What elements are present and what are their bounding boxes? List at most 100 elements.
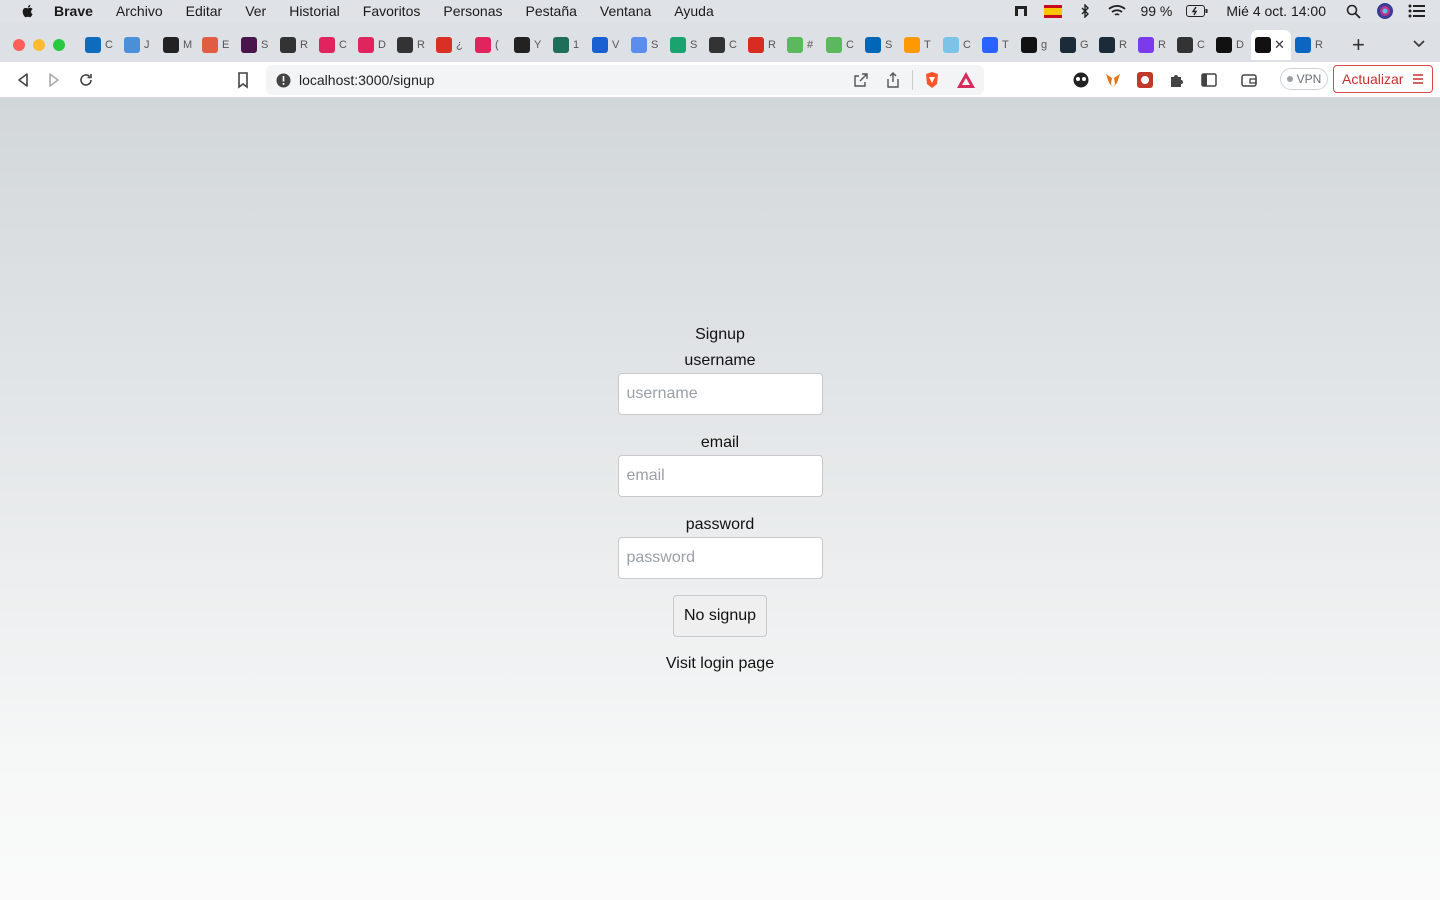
menu-pestana[interactable]: Pestaña xyxy=(526,3,577,19)
zoom-window-button[interactable] xyxy=(53,39,65,51)
tab-title: Y xyxy=(534,39,542,51)
browser-tab[interactable]: D xyxy=(354,30,393,60)
tab-title: R xyxy=(1119,39,1127,51)
forward-icon[interactable] xyxy=(45,71,63,89)
browser-tab[interactable]: R xyxy=(1291,30,1330,60)
browser-tab[interactable]: R xyxy=(1134,30,1173,60)
red-circle-icon xyxy=(319,37,335,53)
tab-title: C xyxy=(963,39,971,51)
browser-tab[interactable]: S xyxy=(627,30,666,60)
extensions-puzzle-icon[interactable] xyxy=(1168,71,1186,89)
browser-tab[interactable]: R xyxy=(276,30,315,60)
browser-tab[interactable]: M xyxy=(159,30,198,60)
browser-tab[interactable]: # xyxy=(783,30,822,60)
browser-tab[interactable]: g xyxy=(1017,30,1056,60)
username-input[interactable] xyxy=(617,373,823,415)
menu-ventana[interactable]: Ventana xyxy=(600,3,651,19)
browser-tab[interactable]: S xyxy=(861,30,900,60)
menubar-clock[interactable]: Mié 4 oct. 14:00 xyxy=(1226,3,1326,19)
tab-title: R xyxy=(768,39,776,51)
browser-tab[interactable]: T xyxy=(900,30,939,60)
password-input[interactable] xyxy=(617,537,823,579)
reload-icon[interactable] xyxy=(77,71,95,89)
bookmark-icon[interactable] xyxy=(234,71,252,89)
new-tab-button[interactable]: + xyxy=(1352,34,1365,56)
menu-favoritos[interactable]: Favoritos xyxy=(363,3,421,19)
browser-tab[interactable]: 1 xyxy=(549,30,588,60)
menu-app-brave[interactable]: Brave xyxy=(54,3,93,19)
browser-tab[interactable]: E xyxy=(198,30,237,60)
tab-title: R xyxy=(417,39,425,51)
apple-icon[interactable] xyxy=(20,3,36,19)
app-icon xyxy=(865,37,881,53)
browser-tab[interactable]: T xyxy=(978,30,1017,60)
sidebar-toggle-icon[interactable] xyxy=(1200,71,1218,89)
minimize-window-button[interactable] xyxy=(33,39,45,51)
wallet-icon[interactable] xyxy=(1240,71,1258,89)
password-label: password xyxy=(685,516,755,533)
brave-rewards-icon[interactable] xyxy=(956,71,976,89)
update-button[interactable]: Actualizar xyxy=(1333,65,1433,93)
browser-tab[interactable]: S xyxy=(666,30,705,60)
siri-icon[interactable] xyxy=(1376,3,1394,19)
bluetooth-icon[interactable] xyxy=(1076,4,1094,18)
browser-tab[interactable]: J xyxy=(120,30,159,60)
browser-tab[interactable]: Y xyxy=(510,30,549,60)
tab-title: D xyxy=(378,39,386,51)
tab-search-chevron-icon[interactable] xyxy=(1412,36,1426,50)
browser-tab[interactable]: R xyxy=(744,30,783,60)
extension-red-icon[interactable] xyxy=(1136,71,1154,89)
close-window-button[interactable] xyxy=(13,39,25,51)
app-icon xyxy=(787,37,803,53)
signup-submit-button[interactable]: No signup xyxy=(673,595,767,637)
browser-tab[interactable]: R xyxy=(1095,30,1134,60)
address-bar[interactable]: localhost:3000/signup xyxy=(266,65,984,95)
control-center-icon[interactable] xyxy=(1408,4,1426,18)
menu-archivo[interactable]: Archivo xyxy=(116,3,163,19)
email-input[interactable] xyxy=(617,455,823,497)
hotspot-icon[interactable] xyxy=(1012,4,1030,18)
site-info-icon[interactable] xyxy=(276,73,291,88)
browser-tab[interactable]: S xyxy=(237,30,276,60)
privacy-extension-icon[interactable] xyxy=(1072,71,1090,89)
app-icon xyxy=(1216,37,1232,53)
app-icon xyxy=(670,37,686,53)
menu-editar[interactable]: Editar xyxy=(186,3,223,19)
brave-shields-icon[interactable] xyxy=(923,71,941,89)
menu-ayuda[interactable]: Ayuda xyxy=(674,3,713,19)
url-text[interactable]: localhost:3000/signup xyxy=(299,72,434,88)
browser-tab[interactable]: R xyxy=(393,30,432,60)
browser-tab[interactable]: ✕ xyxy=(1251,30,1291,60)
browser-tab[interactable]: C xyxy=(81,30,120,60)
metamask-icon[interactable] xyxy=(1104,71,1122,89)
back-icon[interactable] xyxy=(14,71,32,89)
browser-tab[interactable]: D xyxy=(1212,30,1251,60)
spain-flag-icon[interactable] xyxy=(1044,4,1063,18)
browser-tab[interactable]: ¿ xyxy=(432,30,471,60)
menu-historial[interactable]: Historial xyxy=(289,3,340,19)
browser-tab[interactable]: C xyxy=(1173,30,1212,60)
browser-tab[interactable]: C xyxy=(705,30,744,60)
browser-tab[interactable]: V xyxy=(588,30,627,60)
spotlight-search-icon[interactable] xyxy=(1344,4,1362,19)
tab-title: J xyxy=(144,39,150,51)
app-icon xyxy=(1060,37,1076,53)
browser-tab[interactable]: C xyxy=(939,30,978,60)
open-in-app-icon[interactable] xyxy=(853,72,869,88)
menu-ver[interactable]: Ver xyxy=(245,3,266,19)
close-tab-icon[interactable]: ✕ xyxy=(1274,37,1285,53)
menu-personas[interactable]: Personas xyxy=(443,3,502,19)
browser-tab[interactable]: G xyxy=(1056,30,1095,60)
battery-icon[interactable] xyxy=(1186,4,1208,18)
github-icon xyxy=(514,37,530,53)
login-page-link[interactable]: Visit login page xyxy=(570,655,870,673)
vpn-button[interactable]: VPN xyxy=(1280,68,1328,90)
share-icon[interactable] xyxy=(885,72,901,88)
wifi-icon[interactable] xyxy=(1108,4,1127,18)
browser-tab[interactable]: C xyxy=(822,30,861,60)
browser-tab[interactable]: ( xyxy=(471,30,510,60)
tab-title: V xyxy=(612,39,620,51)
app-icon xyxy=(826,37,842,53)
browser-tab[interactable]: C xyxy=(315,30,354,60)
